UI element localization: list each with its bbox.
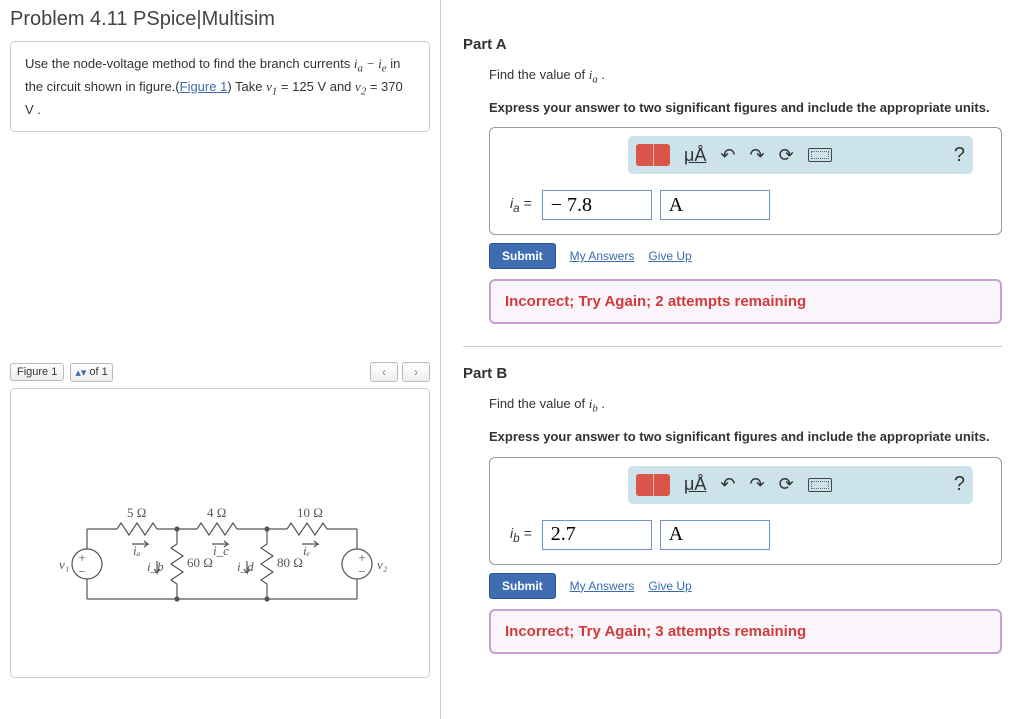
svg-text:60 Ω: 60 Ω: [187, 555, 213, 570]
svg-text:−: −: [358, 564, 365, 579]
svg-text:+: +: [358, 550, 365, 565]
unit-input[interactable]: [660, 190, 770, 220]
var-range: ia − ie: [354, 56, 387, 71]
reset-icon[interactable]: ⟳: [779, 474, 794, 495]
text: .: [34, 102, 41, 117]
svg-text:4 Ω: 4 Ω: [207, 505, 226, 520]
svg-text:iₑ: iₑ: [303, 543, 310, 558]
svg-text:v₁: v₁: [59, 557, 69, 572]
units-button[interactable]: μÅ: [684, 474, 706, 495]
give-up-link[interactable]: Give Up: [648, 249, 691, 263]
answer-toolbar: μÅ ↶ ↷ ⟳ ?: [628, 136, 973, 174]
reset-icon[interactable]: ⟳: [779, 145, 794, 166]
give-up-link[interactable]: Give Up: [648, 579, 691, 593]
template-icon[interactable]: [636, 474, 670, 496]
part-a-prompt: Find the value of ia .: [489, 65, 1002, 88]
part-a-feedback: Incorrect; Try Again; 2 attempts remaini…: [489, 279, 1002, 324]
my-answers-link[interactable]: My Answers: [570, 249, 635, 263]
help-icon[interactable]: ?: [954, 473, 965, 496]
svg-text:iₐ: iₐ: [133, 543, 141, 558]
svg-text:+: +: [78, 550, 85, 565]
problem-statement: Use the node-voltage method to find the …: [10, 41, 430, 132]
submit-button[interactable]: Submit: [489, 243, 556, 269]
divider: [463, 346, 1002, 347]
svg-text:i_c: i_c: [213, 543, 229, 558]
undo-icon[interactable]: ↶: [720, 145, 735, 166]
value-input[interactable]: [542, 190, 652, 220]
svg-text:i_d: i_d: [237, 559, 254, 574]
svg-text:10 Ω: 10 Ω: [297, 505, 323, 520]
figure-label[interactable]: Figure 1: [10, 363, 64, 381]
text: = 370: [366, 79, 403, 94]
part-b-feedback: Incorrect; Try Again; 3 attempts remaini…: [489, 609, 1002, 654]
part-a-title: Part A: [463, 36, 1002, 53]
part-a-instr: Express your answer to two significant f…: [489, 98, 1002, 118]
problem-title: Problem 4.11 PSpice|Multisim: [10, 8, 430, 31]
figure-nav: Figure 1 ▴▾ of 1 ‹ ›: [10, 362, 430, 382]
text: = 125: [277, 79, 317, 94]
answer-toolbar: μÅ ↶ ↷ ⟳ ?: [628, 466, 973, 504]
text: ) Take: [227, 79, 266, 94]
part-b-prompt: Find the value of ib .: [489, 394, 1002, 417]
svg-text:5 Ω: 5 Ω: [127, 505, 146, 520]
circuit-diagram: + − + − v₁ v₂ 5 Ω 4 Ω 10 Ω 60 Ω 80 Ω iₐ …: [47, 499, 397, 632]
figure-of: of 1: [89, 366, 107, 378]
text: Use the node-voltage method to find the …: [25, 56, 354, 71]
figure-counter[interactable]: ▴▾ of 1: [70, 363, 112, 382]
keyboard-icon[interactable]: [808, 148, 832, 162]
v2-symbol: v2: [355, 79, 366, 94]
value-input[interactable]: [542, 520, 652, 550]
svg-text:v₂: v₂: [377, 557, 388, 572]
help-icon[interactable]: ?: [954, 144, 965, 167]
figure-next[interactable]: ›: [402, 362, 430, 382]
redo-icon[interactable]: ↷: [749, 145, 764, 166]
v1-symbol: v1: [266, 79, 277, 94]
unit: V: [317, 79, 326, 94]
figure-link[interactable]: Figure 1: [180, 79, 228, 94]
part-b-title: Part B: [463, 365, 1002, 382]
text: and: [326, 79, 355, 94]
svg-text:i_b: i_b: [147, 559, 164, 574]
template-icon[interactable]: [636, 144, 670, 166]
my-answers-link[interactable]: My Answers: [570, 579, 635, 593]
eq-label: ib =: [510, 525, 532, 545]
submit-button[interactable]: Submit: [489, 573, 556, 599]
part-a-answer-box: μÅ ↶ ↷ ⟳ ? ia =: [489, 127, 1002, 235]
svg-text:80 Ω: 80 Ω: [277, 555, 303, 570]
unit: V: [25, 102, 34, 117]
undo-icon[interactable]: ↶: [720, 474, 735, 495]
part-b-answer-box: μÅ ↶ ↷ ⟳ ? ib =: [489, 457, 1002, 565]
unit-input[interactable]: [660, 520, 770, 550]
figure-prev[interactable]: ‹: [370, 362, 398, 382]
part-b-instr: Express your answer to two significant f…: [489, 427, 1002, 447]
svg-text:−: −: [78, 564, 85, 579]
keyboard-icon[interactable]: [808, 478, 832, 492]
figure-panel: + − + − v₁ v₂ 5 Ω 4 Ω 10 Ω 60 Ω 80 Ω iₐ …: [10, 388, 430, 678]
redo-icon[interactable]: ↷: [749, 474, 764, 495]
units-button[interactable]: μÅ: [684, 145, 706, 166]
eq-label: ia =: [510, 195, 532, 215]
